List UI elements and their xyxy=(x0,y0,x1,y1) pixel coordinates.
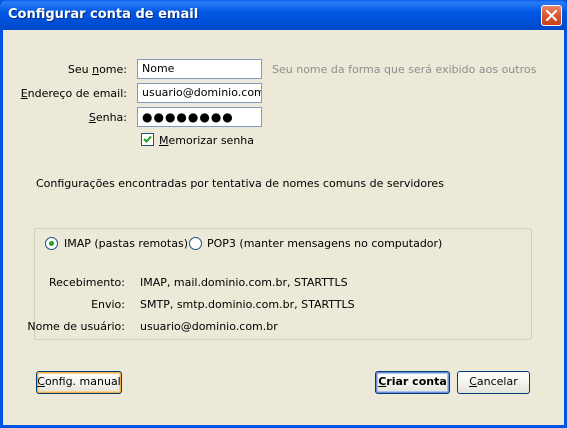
outgoing-value: SMTP, smtp.dominio.com.br, STARTTLS xyxy=(140,298,355,311)
config-status-text: Configurações encontradas por tentativa … xyxy=(36,177,444,190)
password-label: Senha: xyxy=(88,111,127,124)
remember-password-label[interactable]: Memorizar senha xyxy=(159,134,254,147)
email-label: Endereço de email: xyxy=(20,87,127,100)
email-input[interactable]: usuario@dominio.com.br xyxy=(137,83,262,103)
pop3-label[interactable]: POP3 (manter mensagens no computador) xyxy=(207,237,442,250)
username-value: usuario@dominio.com.br xyxy=(140,320,278,333)
name-label: Seu nome: xyxy=(67,63,127,76)
imap-radio[interactable] xyxy=(45,237,58,250)
close-icon xyxy=(546,10,557,21)
server-settings-group: IMAP (pastas remotas) POP3 (manter mensa… xyxy=(27,228,532,340)
dialog-body: Seu nome: Nome Seu nome da forma que ser… xyxy=(3,30,564,425)
incoming-label: Recebimento: xyxy=(49,276,125,289)
incoming-value: IMAP, mail.dominio.com.br, STARTTLS xyxy=(140,276,348,289)
cancel-button[interactable]: Cancelar xyxy=(457,371,530,394)
dialog-window: Configurar conta de email Seu nome: Nome… xyxy=(0,0,567,428)
imap-label[interactable]: IMAP (pastas remotas) xyxy=(64,237,188,250)
remember-password-checkbox[interactable] xyxy=(141,133,154,146)
close-button[interactable] xyxy=(541,5,562,26)
pop3-radio[interactable] xyxy=(189,237,202,250)
password-input[interactable]: ●●●●●●●● xyxy=(137,107,262,127)
manual-config-button[interactable]: Config. manual xyxy=(36,371,122,394)
radio-selected-dot xyxy=(49,241,54,246)
create-account-button[interactable]: Criar conta xyxy=(375,371,450,394)
window-title: Configurar conta de email xyxy=(8,7,199,22)
username-label: Nome de usuário: xyxy=(27,320,125,333)
title-bar[interactable]: Configurar conta de email xyxy=(0,0,567,30)
name-hint: Seu nome da forma que será exibido aos o… xyxy=(272,63,537,76)
checkmark-icon xyxy=(143,135,152,143)
name-input[interactable]: Nome xyxy=(137,59,262,79)
outgoing-label: Envio: xyxy=(91,298,125,311)
